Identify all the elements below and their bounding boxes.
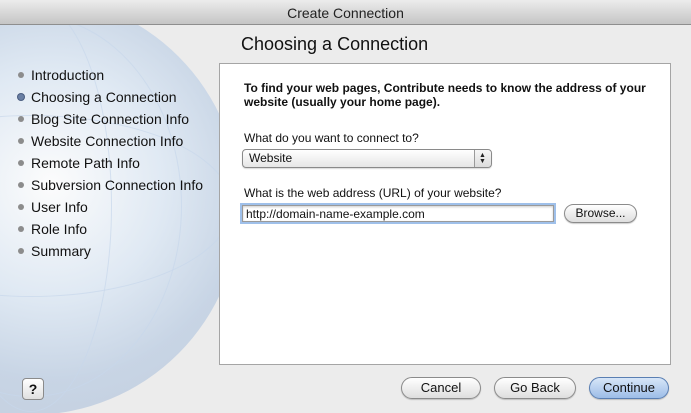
updown-arrows-icon: ▲ ▼ — [474, 150, 491, 167]
step-item-subversion-connection-info: Subversion Connection Info — [18, 174, 203, 196]
connect-to-select[interactable]: Website ▲ ▼ — [242, 149, 492, 168]
bullet-icon — [18, 226, 24, 232]
bullet-icon — [18, 204, 24, 210]
dialog-content: Choosing a Connection Introduction Choos… — [0, 25, 691, 413]
browse-button[interactable]: Browse... — [564, 204, 637, 223]
step-item-introduction: Introduction — [18, 64, 203, 86]
bullet-icon — [18, 116, 24, 122]
step-item-choosing-connection: Choosing a Connection — [18, 86, 203, 108]
step-item-summary: Summary — [18, 240, 203, 262]
step-item-remote-path-info: Remote Path Info — [18, 152, 203, 174]
bullet-icon — [18, 160, 24, 166]
go-back-button[interactable]: Go Back — [494, 377, 576, 399]
bullet-icon — [18, 138, 24, 144]
help-button[interactable]: ? — [22, 378, 44, 400]
url-label: What is the web address (URL) of your we… — [244, 186, 502, 200]
bullet-icon — [18, 72, 24, 78]
current-step-bullet-icon — [18, 94, 24, 100]
bullet-icon — [18, 248, 24, 254]
connect-to-label: What do you want to connect to? — [244, 131, 419, 145]
window-title: Create Connection — [287, 5, 404, 21]
cancel-button[interactable]: Cancel — [401, 377, 481, 399]
step-item-user-info: User Info — [18, 196, 203, 218]
page-title: Choosing a Connection — [241, 34, 429, 54]
steps-list: Introduction Choosing a Connection Blog … — [18, 64, 203, 262]
step-item-website-connection-info: Website Connection Info — [18, 130, 203, 152]
website-url-input[interactable] — [242, 205, 554, 222]
continue-button[interactable]: Continue — [589, 377, 669, 399]
step-item-blog-site-connection-info: Blog Site Connection Info — [18, 108, 203, 130]
title-bar[interactable]: Create Connection — [0, 0, 691, 25]
create-connection-window: Create Connection Choosing a Connection … — [0, 0, 691, 413]
step-item-role-info: Role Info — [18, 218, 203, 240]
bullet-icon — [18, 182, 24, 188]
connect-to-value: Website — [249, 151, 293, 165]
form-panel: To find your web pages, Contribute needs… — [219, 63, 671, 365]
intro-text: To find your web pages, Contribute needs… — [244, 81, 646, 109]
